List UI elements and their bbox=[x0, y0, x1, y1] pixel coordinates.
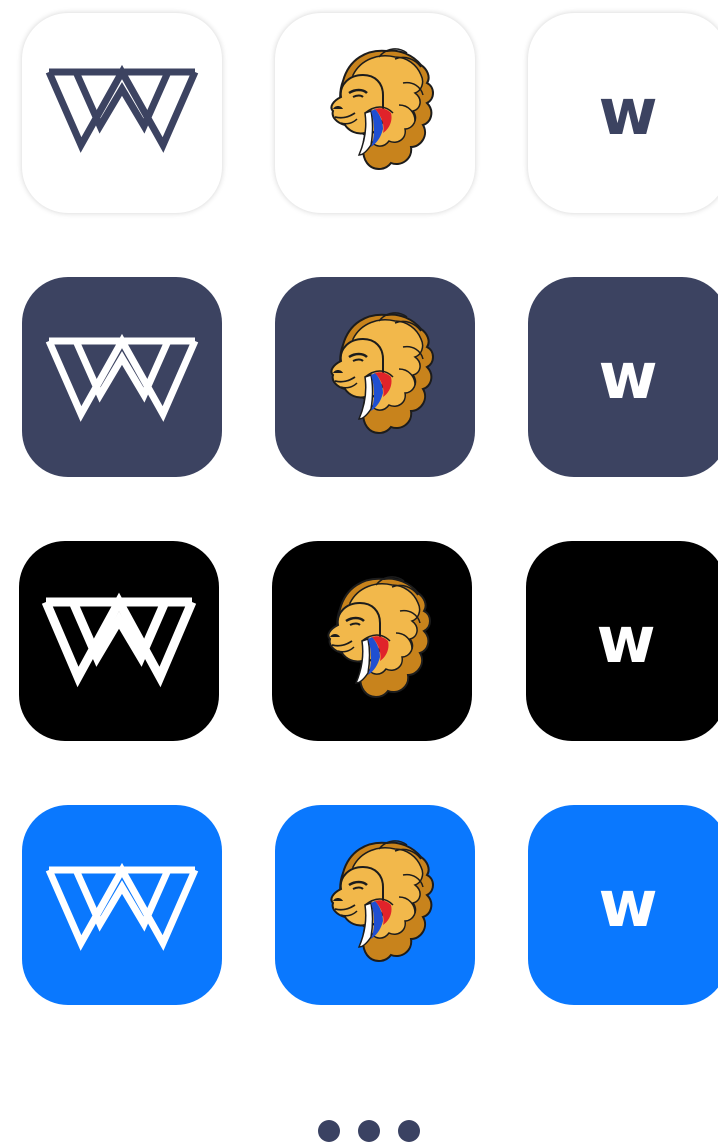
tile-black-w-monogram[interactable] bbox=[19, 541, 219, 741]
w-letter-logo: w bbox=[598, 76, 658, 150]
w-monogram-logo-icon bbox=[41, 592, 197, 688]
pagination-dot bbox=[318, 1120, 340, 1142]
lion-head-logo-icon bbox=[330, 840, 434, 962]
app-icon-grid: w w w w bbox=[0, 0, 718, 1141]
tile-black-lion[interactable] bbox=[272, 541, 472, 741]
tile-navy-w-monogram[interactable] bbox=[22, 277, 222, 477]
lion-head-logo-icon bbox=[330, 312, 434, 434]
w-monogram-logo-icon bbox=[45, 333, 199, 422]
tile-white-letter[interactable]: w bbox=[528, 13, 718, 213]
pagination-dot bbox=[358, 1120, 380, 1142]
tile-blue-w-monogram[interactable] bbox=[22, 805, 222, 1005]
tile-navy-letter[interactable]: w bbox=[528, 277, 718, 477]
w-letter-logo: w bbox=[598, 868, 658, 942]
tile-white-w-monogram[interactable] bbox=[22, 13, 222, 213]
w-monogram-logo-icon bbox=[45, 862, 199, 951]
w-letter-logo: w bbox=[598, 340, 658, 414]
pagination-dot bbox=[398, 1120, 420, 1142]
lion-head-logo-icon bbox=[330, 48, 434, 170]
lion-head-logo-icon bbox=[327, 576, 431, 698]
tile-blue-lion[interactable] bbox=[275, 805, 475, 1005]
tile-white-lion[interactable] bbox=[275, 13, 475, 213]
tile-navy-lion[interactable] bbox=[275, 277, 475, 477]
w-monogram-logo-icon bbox=[45, 64, 199, 153]
tile-black-letter[interactable]: w bbox=[526, 541, 718, 741]
more-dots-icon[interactable] bbox=[318, 1120, 428, 1142]
w-letter-logo: w bbox=[596, 604, 656, 678]
tile-blue-letter[interactable]: w bbox=[528, 805, 718, 1005]
